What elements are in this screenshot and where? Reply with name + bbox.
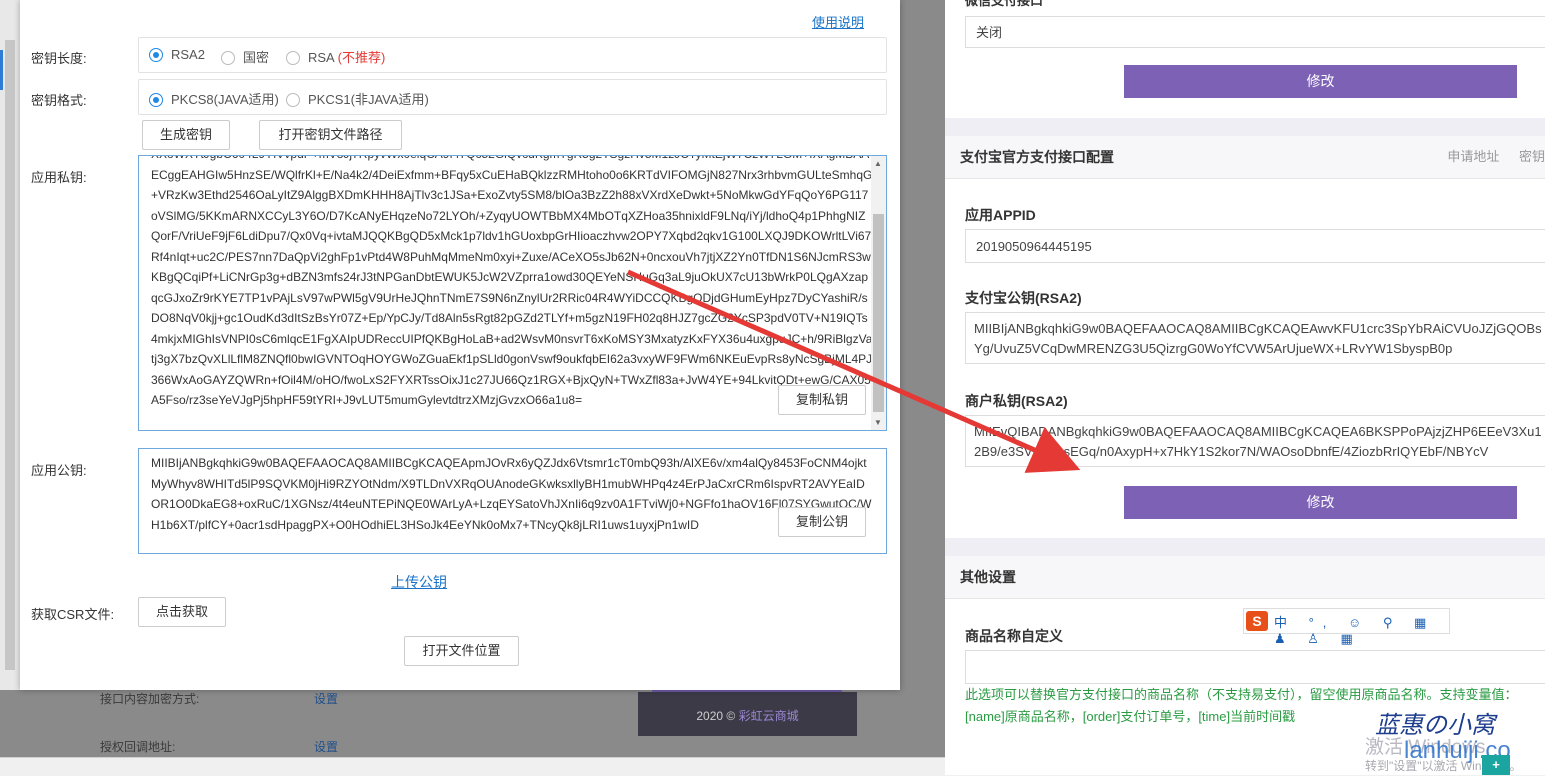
footer-brand-link[interactable]: 彩虹云商城 bbox=[739, 709, 799, 723]
merchant-privkey-label: 商户私钥(RSA2) bbox=[965, 393, 1068, 409]
public-key-textarea[interactable]: MIIBIjANBgkqhkiG9w0BAQEFAAOCAQ8AMIIBCgKC… bbox=[138, 448, 887, 554]
key-length-label: 密钥长度: bbox=[31, 51, 87, 66]
other-settings-title: 其他设置 bbox=[960, 569, 1016, 585]
key-generator-dialog: 使用说明 密钥长度: RSA2 国密 RSA (不推荐) 密钥格式: PKCS8… bbox=[20, 0, 900, 690]
key-link[interactable]: 密钥 bbox=[1519, 149, 1545, 164]
radio-label: PKCS1(非JAVA适用) bbox=[308, 92, 429, 107]
radio-unchecked-icon bbox=[286, 92, 300, 107]
right-panel: 微信支付接口 关闭 修改 支付宝官方支付接口配置 申请地址 密钥 应用APPID… bbox=[945, 0, 1545, 775]
key-length-group: RSA2 国密 RSA (不推荐) bbox=[138, 37, 887, 73]
radio-unchecked-icon bbox=[221, 50, 235, 65]
scrollbar-thumb[interactable] bbox=[873, 214, 884, 412]
bg-row-link[interactable]: 设置 bbox=[314, 690, 338, 707]
wechat-select[interactable]: 关闭 bbox=[965, 16, 1545, 48]
alipay-card-header: 支付宝官方支付接口配置 申请地址 密钥 bbox=[945, 136, 1545, 179]
upload-public-key-link[interactable]: 上传公钥 bbox=[391, 572, 447, 592]
scroll-down-icon[interactable]: ▼ bbox=[874, 418, 882, 427]
appid-label: 应用APPID bbox=[965, 207, 1036, 223]
alipay-pubkey-input[interactable]: MIIBIjANBgkqhkiG9w0BAQEFAAOCAQ8AMIIBCgKC… bbox=[965, 312, 1545, 364]
copy-public-key-button[interactable]: 复制公钥 bbox=[778, 507, 866, 537]
generate-key-button[interactable]: 生成密钥 bbox=[142, 120, 230, 150]
fetch-csr-button[interactable]: 点击获取 bbox=[138, 597, 226, 627]
radio-unchecked-icon bbox=[286, 50, 300, 65]
bg-row-label: 授权回调地址: bbox=[100, 740, 176, 754]
private-key-text: XXoWXTtJgbC604L9YfVvpdP+mV8Jj7RpyvWx0elq… bbox=[151, 156, 873, 407]
alipay-title: 支付宝官方支付接口配置 bbox=[960, 149, 1114, 165]
scroll-indicator bbox=[0, 50, 3, 90]
not-recommended-warning: (不推荐) bbox=[337, 50, 386, 65]
radio-label: RSA bbox=[308, 50, 335, 65]
product-name-label: 商品名称自定义 bbox=[965, 628, 1063, 644]
product-name-input[interactable] bbox=[965, 650, 1545, 684]
radio-checked-icon bbox=[149, 47, 163, 62]
open-key-path-button[interactable]: 打开密钥文件路径 bbox=[259, 120, 402, 150]
open-file-location-button[interactable]: 打开文件位置 bbox=[404, 636, 519, 666]
help-link[interactable]: 使用说明 bbox=[812, 12, 864, 31]
key-format-group: PKCS8(JAVA适用) PKCS1(非JAVA适用) bbox=[138, 79, 887, 115]
private-key-textarea[interactable]: XXoWXTtJgbC604L9YfVvpdP+mV8Jj7RpyvWx0elq… bbox=[138, 155, 887, 431]
textarea-scrollbar[interactable]: ▲ ▼ bbox=[871, 156, 886, 430]
apply-link[interactable]: 申请地址 bbox=[1447, 149, 1499, 164]
copy-private-key-button[interactable]: 复制私钥 bbox=[778, 385, 866, 415]
radio-guomi[interactable]: 国密 bbox=[221, 47, 269, 66]
ime-toolbar-icons[interactable]: 中 °, ☺ ⚲ ▦ ♟ ♙ ▦ bbox=[1274, 612, 1449, 647]
private-key-label: 应用私钥: bbox=[31, 170, 87, 185]
scrollbar-thumb[interactable] bbox=[5, 40, 15, 670]
other-settings-header: 其他设置 bbox=[945, 556, 1545, 599]
public-key-text: MIIBIjANBgkqhkiG9w0BAQEFAAOCAQ8AMIIBCgKC… bbox=[151, 456, 872, 532]
radio-pkcs8[interactable]: PKCS8(JAVA适用) bbox=[149, 89, 279, 108]
radio-label: RSA2 bbox=[171, 47, 205, 62]
plus-button[interactable]: + bbox=[1482, 755, 1510, 775]
alipay-card: 支付宝官方支付接口配置 申请地址 密钥 应用APPID 201905096444… bbox=[945, 136, 1545, 538]
public-key-label: 应用公钥: bbox=[31, 463, 87, 478]
window-scrollbar[interactable] bbox=[0, 0, 21, 690]
modify-button[interactable]: 修改 bbox=[1124, 486, 1517, 519]
site-footer: 2020 © 彩虹云商城 bbox=[638, 692, 857, 736]
appid-input[interactable]: 2019050964445195 bbox=[965, 229, 1545, 263]
alipay-pubkey-label: 支付宝公钥(RSA2) bbox=[965, 290, 1082, 306]
radio-checked-icon bbox=[149, 92, 163, 107]
footer-year: 2020 © bbox=[696, 709, 736, 723]
key-format-label: 密钥格式: bbox=[31, 93, 87, 108]
wechat-label: 微信支付接口 bbox=[965, 0, 1044, 8]
radio-pkcs1[interactable]: PKCS1(非JAVA适用) bbox=[286, 89, 429, 108]
radio-rsa2[interactable]: RSA2 bbox=[149, 47, 205, 63]
scroll-up-icon[interactable]: ▲ bbox=[874, 159, 882, 168]
wechat-card: 微信支付接口 关闭 修改 bbox=[945, 0, 1545, 118]
csr-file-label: 获取CSR文件: bbox=[31, 607, 115, 622]
radio-label: PKCS8(JAVA适用) bbox=[171, 92, 279, 107]
sogou-ime-icon[interactable]: S bbox=[1246, 611, 1268, 631]
bg-row-label: 接口内容加密方式: bbox=[100, 692, 200, 706]
merchant-privkey-input[interactable]: MIIEvQIBADANBgkqhkiG9w0BAQEFAAOCAQ8AMIIB… bbox=[965, 415, 1545, 467]
modify-button[interactable]: 修改 bbox=[1124, 65, 1517, 98]
radio-rsa[interactable]: RSA (不推荐) bbox=[286, 47, 385, 66]
ime-toolbar[interactable]: S 中 °, ☺ ⚲ ▦ ♟ ♙ ▦ bbox=[1243, 608, 1450, 646]
bg-row-link[interactable]: 设置 bbox=[314, 738, 338, 755]
radio-label: 国密 bbox=[243, 50, 270, 65]
